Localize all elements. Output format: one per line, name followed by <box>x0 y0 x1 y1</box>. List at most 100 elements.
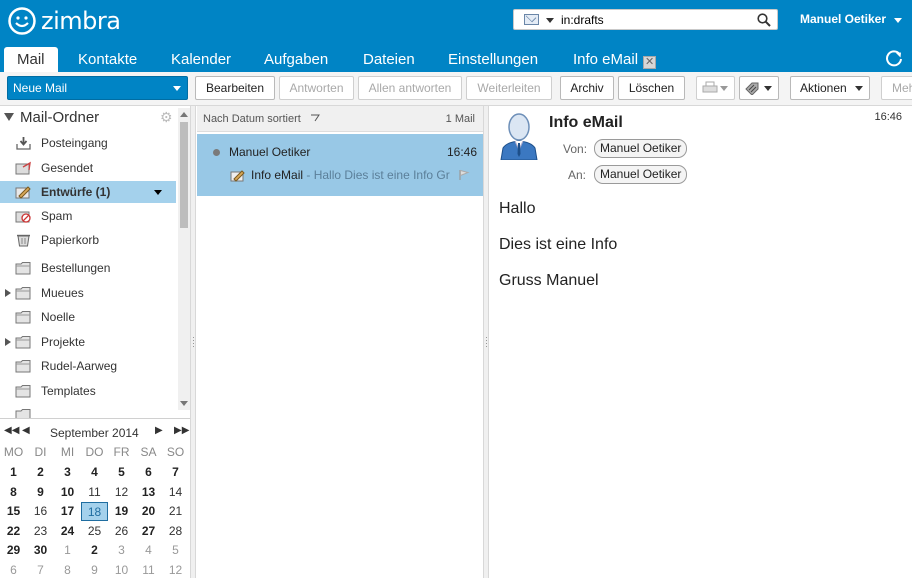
calendar-day[interactable]: 2 <box>81 541 108 560</box>
gear-icon[interactable]: ⚙ <box>160 109 173 126</box>
sort-direction-icon[interactable] <box>310 114 320 122</box>
print-button[interactable] <box>696 76 735 100</box>
message-row[interactable]: Manuel Oetiker 16:46 Info eMail - Hallo … <box>197 134 483 196</box>
folder-entwuerfe[interactable]: Entwürfe (1) <box>0 181 176 203</box>
calendar-day[interactable]: 14 <box>162 483 189 502</box>
unread-dot-icon[interactable] <box>213 149 220 156</box>
sort-bar[interactable]: Nach Datum sortiert 1 Mail <box>197 106 483 132</box>
folder-mueues[interactable]: Mueues <box>0 282 176 304</box>
search-box[interactable]: in:drafts <box>513 9 778 30</box>
calendar-day[interactable]: 25 <box>81 522 108 541</box>
calendar-day[interactable]: 7 <box>27 561 54 578</box>
search-type-dropdown[interactable] <box>546 18 554 23</box>
calendar-day[interactable]: 9 <box>27 483 54 502</box>
user-menu[interactable]: Manuel Oetiker <box>800 12 886 26</box>
folder-posteingang[interactable]: Posteingang <box>0 132 176 154</box>
folder-gesendet[interactable]: Gesendet <box>0 157 176 179</box>
chevron-down-icon[interactable] <box>855 86 863 91</box>
drag-handle-icon[interactable]: · · · · <box>485 333 488 351</box>
reply-button[interactable]: Antworten <box>279 76 354 100</box>
calendar-day[interactable]: 8 <box>54 561 81 578</box>
calendar-day[interactable]: 1 <box>54 541 81 560</box>
calendar-day[interactable]: 11 <box>135 561 162 578</box>
calendar-day[interactable]: 1 <box>0 463 27 482</box>
refresh-icon[interactable] <box>884 48 904 68</box>
calendar-day[interactable]: 5 <box>108 463 135 482</box>
edit-button[interactable]: Bearbeiten <box>195 76 275 100</box>
close-tab-icon[interactable]: ✕ <box>643 56 657 69</box>
archive-button[interactable]: Archiv <box>560 76 614 100</box>
user-menu-caret-icon[interactable] <box>894 18 902 23</box>
folder-menu-icon[interactable] <box>154 190 162 195</box>
folder-spam[interactable]: Spam <box>0 205 176 227</box>
forward-button[interactable]: Weiterleiten <box>466 76 552 100</box>
next-month-icon[interactable]: ▶ <box>155 425 163 436</box>
calendar-day[interactable]: 28 <box>162 522 189 541</box>
calendar-day[interactable]: 23 <box>27 522 54 541</box>
calendar-day[interactable]: 10 <box>54 483 81 502</box>
calendar-day[interactable]: 19 <box>108 502 135 521</box>
calendar-day[interactable]: 10 <box>108 561 135 578</box>
zimbra-logo[interactable]: zimbra <box>7 6 121 36</box>
calendar-day[interactable]: 9 <box>81 561 108 578</box>
scrollbar-thumb[interactable] <box>180 122 188 228</box>
calendar-day[interactable]: 24 <box>54 522 81 541</box>
tab-kalender[interactable]: Kalender <box>158 47 244 72</box>
folder-papierkorb[interactable]: Papierkorb <box>0 229 176 251</box>
folder-scrollbar[interactable] <box>178 108 190 410</box>
calendar-day[interactable]: 6 <box>0 561 27 578</box>
calendar-day[interactable]: 11 <box>81 483 108 502</box>
prev-year-icon[interactable]: ◀◀ <box>4 425 19 436</box>
search-input[interactable]: in:drafts <box>561 13 604 27</box>
more-button[interactable]: Meh <box>881 76 912 100</box>
folder-noelle[interactable]: Noelle <box>0 306 176 328</box>
tab-mail[interactable]: Mail <box>4 47 58 72</box>
calendar-day[interactable]: 26 <box>108 522 135 541</box>
tab-aufgaben[interactable]: Aufgaben <box>251 47 341 72</box>
prev-month-icon[interactable]: ◀ <box>22 425 30 436</box>
flag-icon[interactable] <box>458 169 470 181</box>
calendar-day[interactable]: 29 <box>0 541 27 560</box>
actions-button[interactable]: Aktionen <box>790 76 870 100</box>
calendar-day[interactable]: 4 <box>135 541 162 560</box>
folder-templates[interactable]: Templates <box>0 380 176 402</box>
calendar-day[interactable]: 22 <box>0 522 27 541</box>
folder-projekte[interactable]: Projekte <box>0 331 176 353</box>
calendar-day[interactable]: 3 <box>108 541 135 560</box>
sort-label[interactable]: Nach Datum sortiert <box>203 113 320 125</box>
scroll-up-icon[interactable] <box>180 112 188 117</box>
folder-header[interactable]: Mail-Ordner <box>4 109 99 126</box>
search-icon[interactable] <box>757 13 771 27</box>
calendar-day[interactable]: 30 <box>27 541 54 560</box>
folder-rudel-aarweg[interactable]: Rudel-Aarweg <box>0 355 176 377</box>
tab-einstellungen[interactable]: Einstellungen <box>435 47 551 72</box>
calendar-day[interactable]: 20 <box>135 502 162 521</box>
folder-partial[interactable] <box>0 404 176 418</box>
calendar-day[interactable]: 8 <box>0 483 27 502</box>
from-address-chip[interactable]: Manuel Oetiker <box>594 139 688 158</box>
calendar-day[interactable]: 7 <box>162 463 189 482</box>
calendar-day[interactable]: 2 <box>27 463 54 482</box>
tab-kontakte[interactable]: Kontakte <box>65 47 150 72</box>
expand-icon[interactable] <box>5 289 11 297</box>
calendar-day[interactable]: 6 <box>135 463 162 482</box>
tab-info-email[interactable]: Info eMail ✕ <box>560 47 669 72</box>
calendar-day[interactable]: 4 <box>81 463 108 482</box>
drag-handle-icon[interactable]: · · · · <box>192 333 195 351</box>
tab-dateien[interactable]: Dateien <box>350 47 428 72</box>
new-mail-button[interactable]: Neue Mail <box>7 76 188 100</box>
calendar-day[interactable]: 15 <box>0 502 27 521</box>
calendar-day[interactable]: 21 <box>162 502 189 521</box>
calendar-day[interactable]: 12 <box>108 483 135 502</box>
calendar-day[interactable]: 3 <box>54 463 81 482</box>
calendar-day[interactable]: 18 <box>81 502 108 521</box>
scroll-down-icon[interactable] <box>180 401 188 406</box>
folder-bestellungen[interactable]: Bestellungen <box>0 257 176 279</box>
chevron-down-icon[interactable] <box>720 86 728 91</box>
delete-button[interactable]: Löschen <box>618 76 685 100</box>
chevron-down-icon[interactable] <box>173 86 181 91</box>
tag-button[interactable] <box>739 76 779 100</box>
expand-icon[interactable] <box>5 338 11 346</box>
calendar-day[interactable]: 5 <box>162 541 189 560</box>
to-address-chip[interactable]: Manuel Oetiker <box>594 165 688 184</box>
